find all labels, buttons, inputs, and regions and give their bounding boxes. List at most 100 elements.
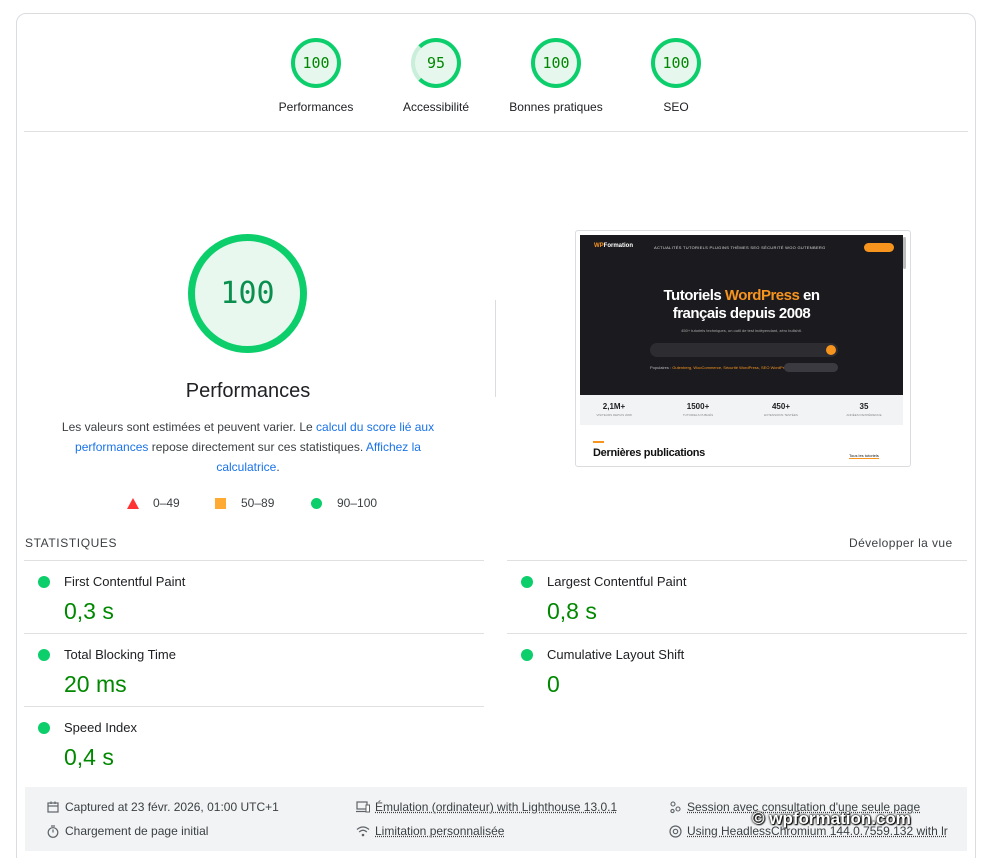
- category-gauges: 100 Performances 95 Accessibilité 100 Bo…: [0, 24, 994, 124]
- legend-pass: 90–100: [311, 496, 377, 510]
- stat-value: 35: [859, 402, 869, 411]
- watermark: © wpformation.com: [752, 809, 911, 828]
- gauge-label: Performances: [278, 100, 354, 114]
- score-legend: 0–49 50–89 90–100: [125, 496, 405, 514]
- stat-label: VISITEURS DEPUIS 2008: [596, 413, 632, 417]
- triangle-icon: [127, 497, 139, 509]
- pass-circle-icon: [38, 649, 50, 661]
- metric-lcp: Largest Contentful Paint 0,8 s: [507, 560, 967, 633]
- runtime-captured-text: Captured at 23 févr. 2026, 01:00 UTC+1: [65, 800, 279, 814]
- runtime-throttling[interactable]: Limitation personnalisée: [356, 824, 504, 838]
- stat-label: ANNÉES D'EXPÉRIENCE: [846, 413, 882, 417]
- legend-fail-label: 0–49: [153, 496, 180, 510]
- screenshot-stat: 1500+ TUTORIELS PUBLIÉS: [668, 402, 728, 417]
- hero-text: Tutoriels: [663, 287, 725, 304]
- screenshot-popular: Populaires : Gutenberg, WooCommerce, Séc…: [650, 365, 790, 370]
- popular-label: Populaires :: [650, 365, 673, 370]
- stat-value: 450+: [771, 402, 791, 411]
- desktop-icon: [356, 800, 370, 814]
- screenshot-stat: 35 ANNÉES D'EXPÉRIENCE: [834, 402, 894, 417]
- stat-value: 1500+: [686, 402, 710, 411]
- screenshot-popular-button: [784, 363, 838, 372]
- legend-fail: 0–49: [127, 496, 180, 510]
- pass-circle-icon: [38, 576, 50, 588]
- metric-name: Speed Index: [64, 720, 138, 735]
- vertical-divider: [495, 300, 496, 397]
- popular-items: Gutenberg, WooCommerce, Sécurité WordPre…: [672, 365, 791, 370]
- metric-name: Total Blocking Time: [64, 647, 176, 662]
- screenshot-all-link: Tous les tutoriels: [849, 453, 879, 459]
- performance-title: Performances: [185, 380, 311, 402]
- gauge-score: 100: [651, 38, 701, 88]
- pass-circle-icon: [521, 649, 533, 661]
- performance-score-gauge: 100: [188, 234, 307, 353]
- legend-pass-label: 90–100: [337, 496, 378, 510]
- screenshot-hero-title-1: Tutoriels WordPress en: [580, 287, 903, 304]
- gauges-divider: [24, 131, 968, 132]
- screenshot-nav: WPFormation ACTUALITÉS TUTORIELS PLUGINS…: [594, 243, 894, 253]
- metric-name: Cumulative Layout Shift: [547, 647, 685, 662]
- screenshot-section-title: Dernières publications: [593, 447, 705, 459]
- screenshot-search-bar: [650, 343, 838, 357]
- pass-circle-icon: [521, 576, 533, 588]
- metric-fcp: First Contentful Paint 0,3 s: [24, 560, 484, 633]
- session-icon: [668, 800, 682, 814]
- metric-value: 0,4 s: [64, 744, 114, 770]
- gauge-accessibilite[interactable]: 95 Accessibilité: [376, 24, 496, 114]
- metric-value: 20 ms: [64, 671, 127, 697]
- gauge-score: 100: [291, 38, 341, 88]
- hero-text: en: [799, 287, 820, 304]
- legend-average: 50–89: [215, 496, 274, 510]
- hero-accent: WordPress: [724, 287, 800, 304]
- gauge-performances[interactable]: 100 Performances: [256, 24, 376, 114]
- runtime-emulation-text: Émulation (ordinateur) with Lighthouse 1…: [375, 800, 618, 814]
- desc-text: repose directement sur ces statistiques.: [148, 440, 366, 454]
- search-icon: [826, 345, 836, 355]
- section-accent-bar: [593, 441, 604, 443]
- metric-value: 0,3 s: [64, 598, 114, 624]
- square-icon: [215, 497, 226, 509]
- runtime-emulation[interactable]: Émulation (ordinateur) with Lighthouse 1…: [356, 800, 617, 814]
- gauge-score: 100: [531, 38, 581, 88]
- desc-text: Les valeurs sont estimées et peuvent var…: [61, 420, 317, 434]
- metric-divider: [507, 633, 967, 634]
- metric-name: Largest Contentful Paint: [547, 574, 687, 589]
- chrome-icon: [668, 824, 682, 838]
- runtime-captured: Captured at 23 févr. 2026, 01:00 UTC+1: [46, 800, 279, 814]
- gauge-label: SEO: [663, 100, 689, 114]
- runtime-throttling-text: Limitation personnalisée: [375, 824, 505, 838]
- timer-icon: [46, 824, 60, 838]
- circle-icon: [311, 497, 322, 509]
- gauge-score: 95: [411, 38, 461, 88]
- gauge-seo[interactable]: 100 SEO: [616, 24, 736, 114]
- gauge-bonnes-pratiques[interactable]: 100 Bonnes pratiques: [496, 24, 616, 114]
- runtime-load-text: Chargement de page initial: [65, 824, 209, 838]
- performance-description: Les valeurs sont estimées et peuvent var…: [60, 417, 436, 477]
- screenshot-hero-subtitle: 450+ tutoriels techniques, un outil de t…: [681, 328, 802, 333]
- metric-speed-index: Speed Index 0,4 s: [24, 706, 484, 779]
- metric-name: First Contentful Paint: [64, 574, 186, 589]
- stat-value: 2,1M+: [602, 402, 626, 411]
- stat-label: EXTENSIONS TESTÉES: [764, 413, 798, 417]
- screenshot-stat: 2,1M+ VISITEURS DEPUIS 2008: [584, 402, 644, 417]
- logo-accent: WP: [594, 243, 604, 249]
- runtime-load: Chargement de page initial: [46, 824, 208, 838]
- final-screenshot[interactable]: WPFormation ACTUALITÉS TUTORIELS PLUGINS…: [575, 230, 911, 467]
- screenshot-stats: 2,1M+ VISITEURS DEPUIS 2008 1500+ TUTORIEL…: [580, 395, 903, 425]
- desc-text: .: [276, 460, 280, 474]
- metric-value: 0,8 s: [547, 598, 597, 624]
- legend-average-label: 50–89: [241, 496, 275, 510]
- screenshot-hero: WPFormation ACTUALITÉS TUTORIELS PLUGINS…: [580, 235, 903, 395]
- screenshot-nav-button: [864, 243, 894, 252]
- statistics-heading: STATISTIQUES: [25, 536, 118, 550]
- gauge-label: Bonnes pratiques: [509, 100, 603, 114]
- expand-view-toggle[interactable]: Développer la vue: [849, 536, 953, 550]
- logo-text: Formation: [603, 243, 634, 249]
- screenshot-nav-links: ACTUALITÉS TUTORIELS PLUGINS THÈMES SEO …: [654, 245, 826, 250]
- pass-circle-icon: [38, 722, 50, 734]
- calendar-icon: [46, 800, 60, 814]
- screenshot-stat: 450+ EXTENSIONS TESTÉES: [751, 402, 811, 417]
- wifi-icon: [356, 824, 370, 838]
- metric-cls: Cumulative Layout Shift 0: [507, 633, 967, 706]
- metric-tbt: Total Blocking Time 20 ms: [24, 633, 484, 706]
